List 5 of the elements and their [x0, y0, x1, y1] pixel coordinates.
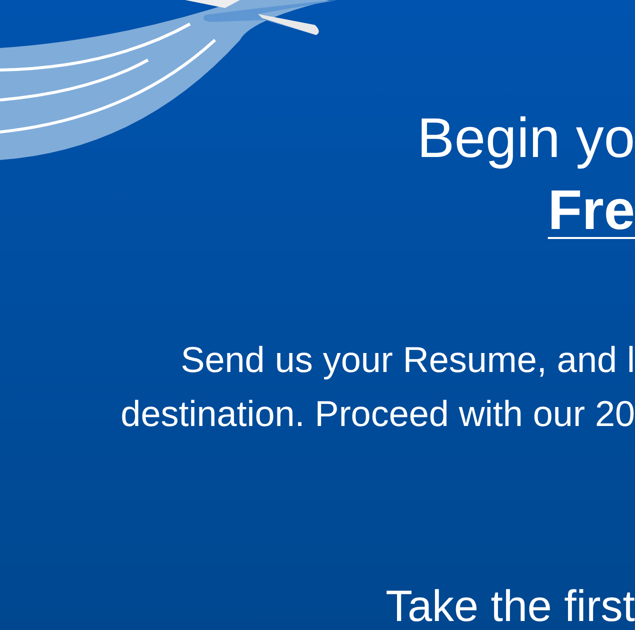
description-text: Send us your Resume, and l [180, 338, 635, 382]
hero-heading: Begin yo [417, 105, 635, 171]
call-to-action-heading: Take the first [386, 584, 635, 630]
hero-subheading: Fre [548, 177, 635, 243]
description-text: destination. Proceed with our 20 [120, 392, 635, 436]
